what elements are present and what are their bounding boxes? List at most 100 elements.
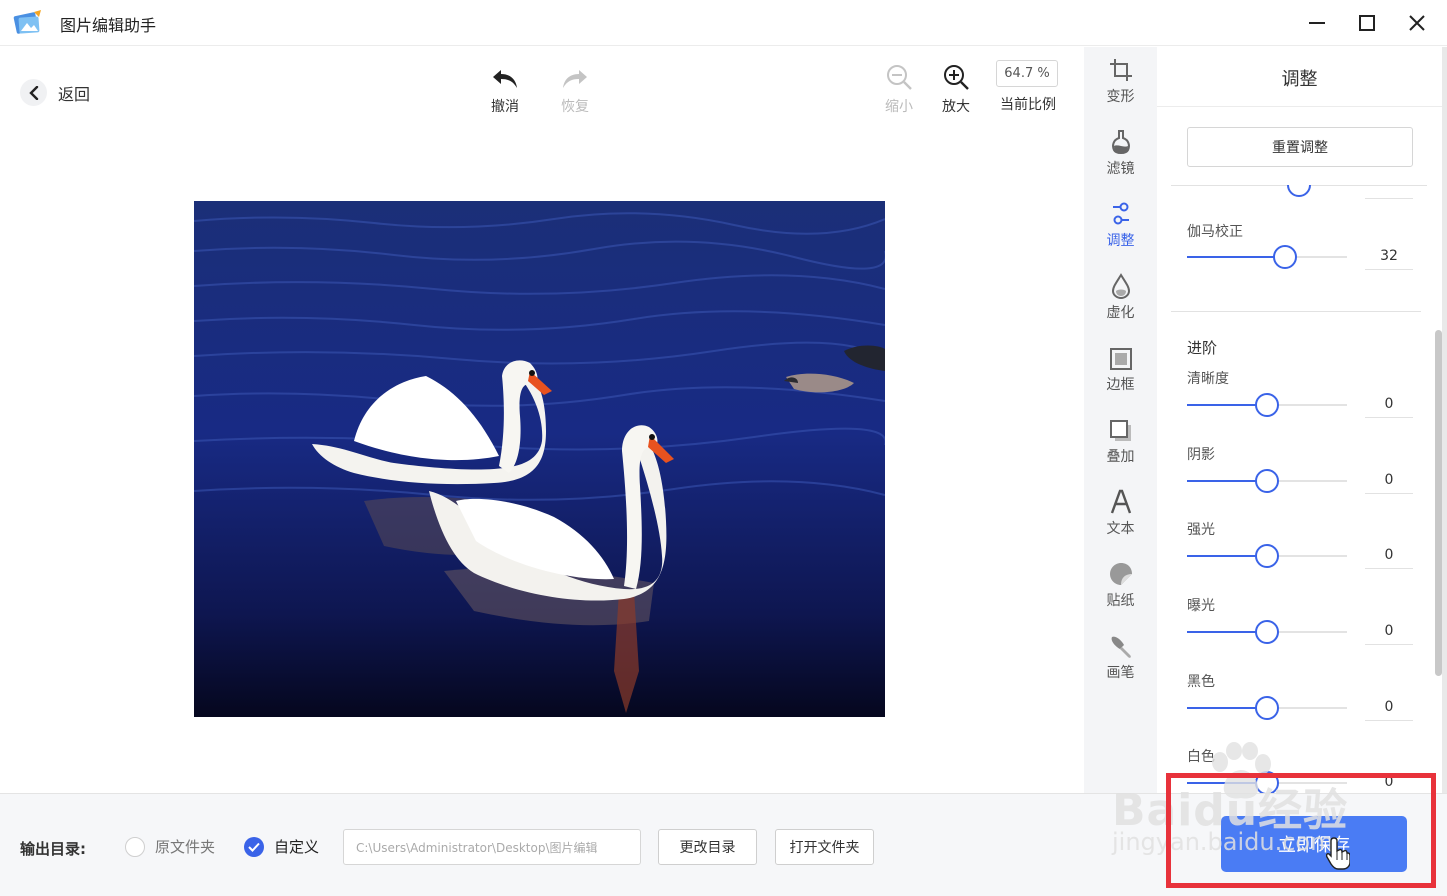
zoom-in-button[interactable]: 放大 bbox=[926, 61, 986, 116]
sticker-icon bbox=[1109, 563, 1132, 585]
clarity-label: 清晰度 bbox=[1187, 371, 1229, 387]
gamma-value[interactable]: 32 bbox=[1365, 244, 1413, 270]
tool-text-label: 文本 bbox=[1106, 521, 1135, 537]
whites-value[interactable]: 0 bbox=[1365, 770, 1413, 793]
value-field-partial[interactable] bbox=[1365, 185, 1413, 199]
maximize-button[interactable] bbox=[1350, 7, 1384, 39]
zoom-out-label: 缩小 bbox=[885, 99, 913, 115]
tool-sticker-label: 贴纸 bbox=[1106, 593, 1135, 609]
redo-label: 恢复 bbox=[561, 99, 589, 115]
tool-frame-label: 边框 bbox=[1106, 377, 1135, 393]
text-icon bbox=[1110, 489, 1131, 514]
zoom-value-field[interactable]: 64.7 % bbox=[996, 60, 1058, 87]
minimize-button[interactable] bbox=[1300, 7, 1334, 39]
output-path-input[interactable] bbox=[343, 829, 641, 865]
app-logo-icon bbox=[13, 10, 41, 34]
overlay-icon bbox=[1109, 420, 1131, 441]
tool-sticker[interactable]: 贴纸 bbox=[1084, 559, 1157, 610]
adjust-panel: 调整 重置调整 伽马校正 32 进阶 清晰度 0 阴影 0 强光 0 曝光 0 … bbox=[1157, 47, 1447, 793]
zoom-in-label: 放大 bbox=[942, 99, 970, 115]
open-folder-button[interactable]: 打开文件夹 bbox=[775, 829, 874, 865]
title-bar: 图片编辑助手 bbox=[0, 0, 1447, 46]
zoom-out-button[interactable]: 缩小 bbox=[869, 61, 929, 116]
tool-filter-label: 滤镜 bbox=[1106, 161, 1135, 177]
highlight-light-value[interactable]: 0 bbox=[1365, 543, 1413, 569]
gamma-slider[interactable] bbox=[1187, 245, 1347, 269]
edited-photo bbox=[194, 201, 885, 717]
back-arrow-icon bbox=[20, 79, 47, 106]
slider-knob[interactable] bbox=[1255, 393, 1279, 417]
tool-text[interactable]: 文本 bbox=[1084, 487, 1157, 538]
tool-strip: 变形 滤镜 调整 虚化 边框 叠加 文本 贴纸 画笔 bbox=[1084, 47, 1157, 793]
bottom-bar: 输出目录: 原文件夹 自定义 更改目录 打开文件夹 立即保存 bbox=[0, 793, 1447, 896]
highlight-light-slider[interactable] bbox=[1187, 544, 1347, 568]
panel-edge bbox=[1442, 47, 1447, 793]
blacks-label: 黑色 bbox=[1187, 674, 1215, 690]
radio-original-folder[interactable]: 原文件夹 bbox=[125, 836, 215, 857]
slider-fill bbox=[1187, 256, 1285, 258]
undo-button[interactable]: 撤消 bbox=[475, 61, 535, 116]
minimize-icon bbox=[1309, 22, 1325, 24]
radio-custom-folder[interactable]: 自定义 bbox=[244, 836, 319, 857]
panel-title: 调整 bbox=[1281, 69, 1318, 90]
close-icon bbox=[1409, 15, 1425, 31]
shadow-label: 阴影 bbox=[1187, 447, 1215, 463]
adjust-scroll-area[interactable]: 伽马校正 32 进阶 清晰度 0 阴影 0 强光 0 曝光 0 黑色 0 白色 … bbox=[1157, 185, 1447, 793]
undo-label: 撤消 bbox=[491, 99, 519, 115]
tool-transform[interactable]: 变形 bbox=[1084, 55, 1157, 106]
exposure-label: 曝光 bbox=[1187, 598, 1215, 614]
slider-knob[interactable] bbox=[1272, 245, 1297, 269]
blur-drop-icon bbox=[1111, 273, 1130, 299]
brush-icon bbox=[1111, 636, 1131, 658]
tool-blur[interactable]: 虚化 bbox=[1084, 271, 1157, 322]
clarity-slider[interactable] bbox=[1187, 393, 1347, 417]
slider-knob[interactable] bbox=[1255, 469, 1279, 493]
tool-adjust[interactable]: 调整 bbox=[1084, 199, 1157, 250]
radio-original-label: 原文件夹 bbox=[155, 838, 216, 856]
change-dir-button[interactable]: 更改目录 bbox=[658, 829, 757, 865]
tool-overlay-label: 叠加 bbox=[1106, 449, 1135, 465]
tool-adjust-label: 调整 bbox=[1106, 233, 1135, 249]
tool-brush[interactable]: 画笔 bbox=[1084, 631, 1157, 682]
zoom-in-icon bbox=[944, 65, 969, 90]
zoom-ratio-label: 当前比例 bbox=[1000, 97, 1056, 113]
radio-circle bbox=[125, 836, 145, 857]
slider-knob[interactable] bbox=[1255, 620, 1279, 644]
gamma-label: 伽马校正 bbox=[1187, 224, 1243, 240]
exposure-slider[interactable] bbox=[1187, 620, 1347, 644]
back-label: 返回 bbox=[58, 84, 91, 104]
tool-overlay[interactable]: 叠加 bbox=[1084, 415, 1157, 466]
shadow-slider[interactable] bbox=[1187, 469, 1347, 493]
tool-transform-label: 变形 bbox=[1106, 89, 1135, 105]
whites-label: 白色 bbox=[1187, 749, 1215, 765]
slider-knob[interactable] bbox=[1255, 544, 1279, 568]
radio-custom-label: 自定义 bbox=[274, 838, 320, 856]
exposure-value[interactable]: 0 bbox=[1365, 619, 1413, 645]
check-icon bbox=[244, 836, 264, 857]
tool-blur-label: 虚化 bbox=[1106, 305, 1135, 321]
output-dir-label: 输出目录: bbox=[20, 840, 86, 858]
reset-adjust-button[interactable]: 重置调整 bbox=[1187, 127, 1413, 167]
save-now-button[interactable]: 立即保存 bbox=[1221, 816, 1407, 872]
slider-knob[interactable] bbox=[1255, 771, 1279, 793]
back-button[interactable]: 返回 bbox=[20, 79, 90, 106]
panel-divider bbox=[1157, 106, 1447, 107]
slider-knob[interactable] bbox=[1255, 696, 1279, 720]
panel-scrollbar[interactable] bbox=[1435, 330, 1442, 676]
shadow-value[interactable]: 0 bbox=[1365, 468, 1413, 494]
whites-slider[interactable] bbox=[1187, 771, 1347, 793]
blacks-value[interactable]: 0 bbox=[1365, 695, 1413, 721]
close-button[interactable] bbox=[1400, 7, 1434, 39]
tool-frame[interactable]: 边框 bbox=[1084, 343, 1157, 394]
zoom-out-icon bbox=[887, 65, 912, 90]
adjust-sliders-icon bbox=[1112, 202, 1129, 225]
tool-filter[interactable]: 滤镜 bbox=[1084, 127, 1157, 178]
blacks-slider[interactable] bbox=[1187, 696, 1347, 720]
advanced-section-title: 进阶 bbox=[1187, 339, 1218, 357]
app-title: 图片编辑助手 bbox=[60, 16, 157, 35]
redo-button[interactable]: 恢复 bbox=[545, 61, 605, 116]
slider-knob-partial[interactable] bbox=[1287, 185, 1311, 197]
frame-icon bbox=[1109, 348, 1132, 370]
clarity-value[interactable]: 0 bbox=[1365, 392, 1413, 418]
flask-icon bbox=[1111, 130, 1130, 154]
